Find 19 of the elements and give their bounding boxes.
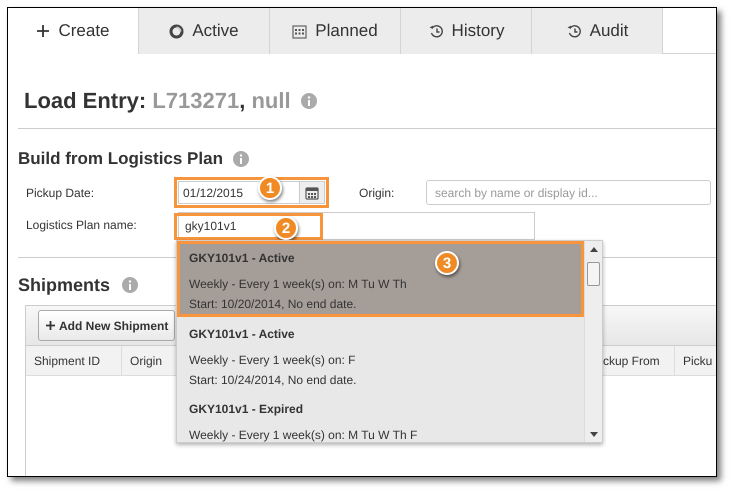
callout-badge: 3 <box>435 251 459 275</box>
plan-title: GKY101v1 - Active <box>189 326 295 343</box>
section-heading: Build from Logistics Plan <box>18 148 223 170</box>
column-header: Picku <box>682 352 714 370</box>
plan-start: Start: 10/24/2014, No end date. <box>189 372 356 389</box>
page-title: Load Entry: L713271, null <box>24 87 291 115</box>
plan-title: GKY101v1 - Active <box>189 250 295 267</box>
field-label: Logistics Plan name: <box>26 217 138 234</box>
plan-schedule: Weekly - Every 1 week(s) on: M Tu W Th <box>189 276 407 293</box>
section-heading: Shipments <box>18 274 110 297</box>
callout-badge: 1 <box>258 176 282 200</box>
column-header: Shipment ID <box>26 346 122 375</box>
field-label: Pickup Date: <box>26 184 96 202</box>
plan-schedule: Weekly - Every 1 week(s) on: M Tu W Th F <box>189 427 418 442</box>
column-header: Origin <box>129 352 164 370</box>
plan-start: Start: 10/20/2014, No end date. <box>189 296 356 313</box>
field-label: Origin: <box>359 184 396 202</box>
plan-schedule: Weekly - Every 1 week(s) on: F <box>189 352 356 369</box>
plan-title: GKY101v1 - Expired <box>189 401 304 418</box>
